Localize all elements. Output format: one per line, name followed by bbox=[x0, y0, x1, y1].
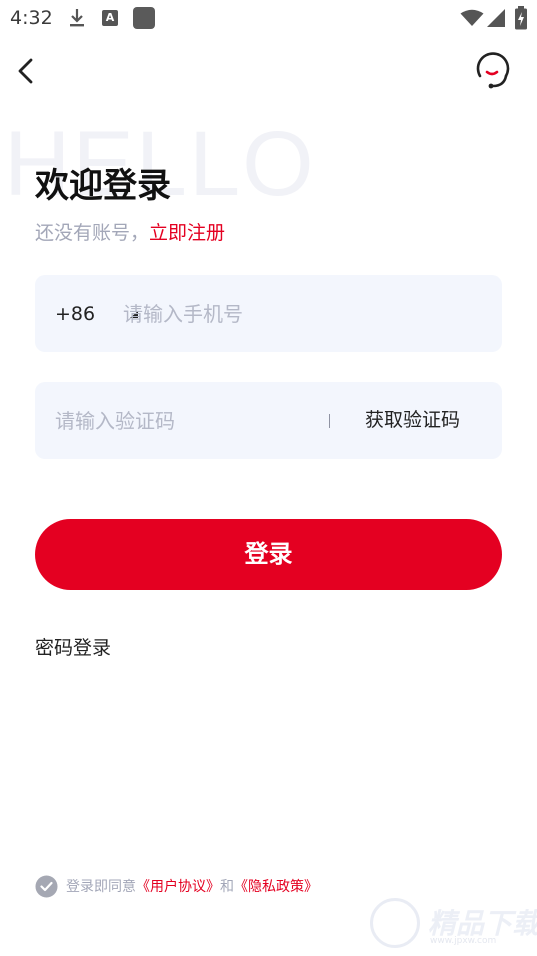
signal-icon bbox=[487, 9, 505, 27]
user-agreement-link[interactable]: 《用户协议》 bbox=[136, 879, 220, 895]
download-icon bbox=[70, 9, 84, 27]
status-time: 4:32 bbox=[10, 7, 53, 29]
password-login-link[interactable]: 密码登录 bbox=[35, 635, 111, 661]
customer-service-headset-icon[interactable] bbox=[472, 50, 514, 92]
verification-code-input[interactable] bbox=[55, 402, 335, 440]
agreement-prefix: 登录即同意 bbox=[66, 879, 136, 895]
a-notification-icon: A bbox=[102, 10, 118, 26]
wifi-icon bbox=[460, 9, 484, 26]
agreement-conjunction: 和 bbox=[220, 879, 234, 895]
register-hint: 还没有账号， bbox=[35, 222, 150, 244]
page-title: 欢迎登录 bbox=[35, 166, 171, 206]
status-bar: 4:32 A bbox=[0, 0, 537, 36]
register-link[interactable]: 立即注册 bbox=[149, 222, 225, 244]
check-circle-icon[interactable] bbox=[35, 875, 58, 898]
get-code-button[interactable]: 获取验证码 bbox=[365, 406, 460, 434]
battery-charging-icon bbox=[515, 6, 527, 30]
watermark-url: www.jpxw.com bbox=[430, 936, 497, 946]
site-watermark: 精品下载 www.jpxw.com bbox=[370, 896, 537, 954]
register-prompt: 还没有账号，立即注册 bbox=[35, 220, 225, 246]
back-button[interactable] bbox=[12, 56, 42, 86]
verification-code-field: 获取验证码 bbox=[35, 382, 502, 459]
phone-field: +86 bbox=[35, 275, 502, 352]
privacy-policy-link[interactable]: 《隐私政策》 bbox=[234, 879, 318, 895]
watermark-logo-icon bbox=[370, 898, 420, 948]
phone-input[interactable] bbox=[123, 295, 483, 333]
country-code-selector[interactable]: +86 bbox=[55, 301, 95, 327]
agreement-text: 登录即同意《用户协议》和《隐私政策》 bbox=[66, 875, 318, 899]
code-divider bbox=[329, 414, 330, 428]
app-square-icon bbox=[133, 7, 155, 29]
login-button[interactable]: 登录 bbox=[35, 519, 502, 590]
